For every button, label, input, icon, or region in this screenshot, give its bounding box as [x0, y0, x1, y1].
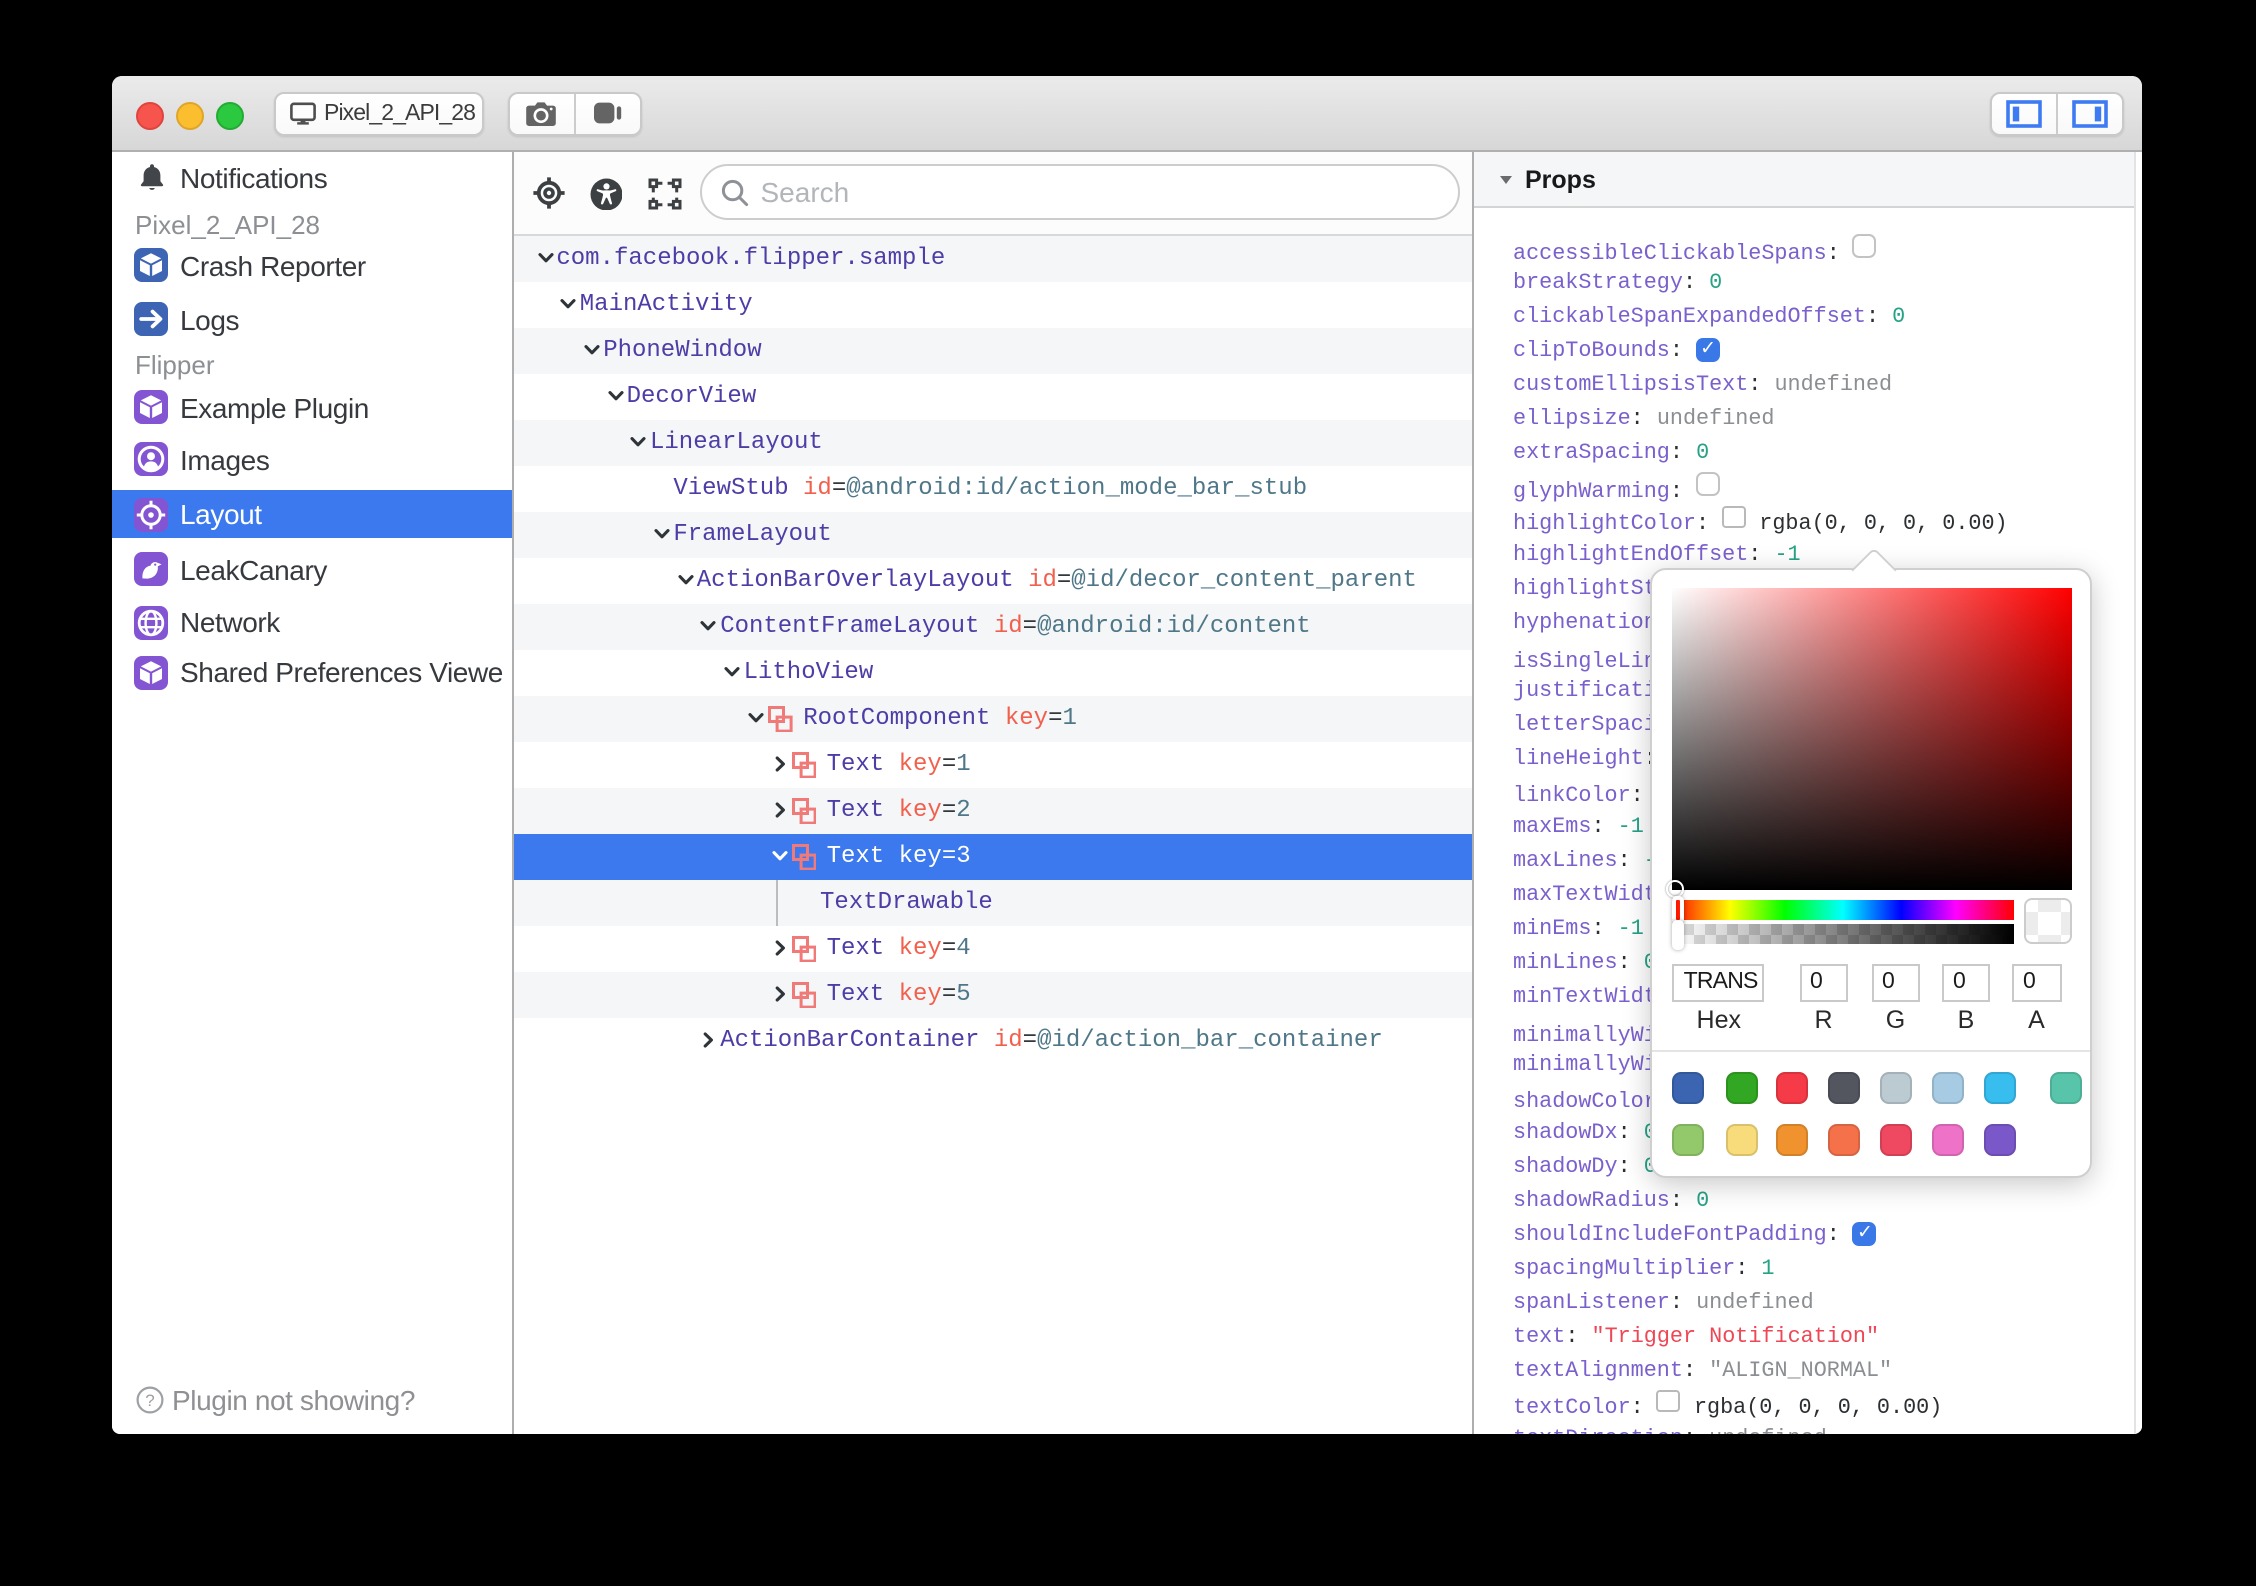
svg-text:?: ? [145, 1391, 154, 1410]
